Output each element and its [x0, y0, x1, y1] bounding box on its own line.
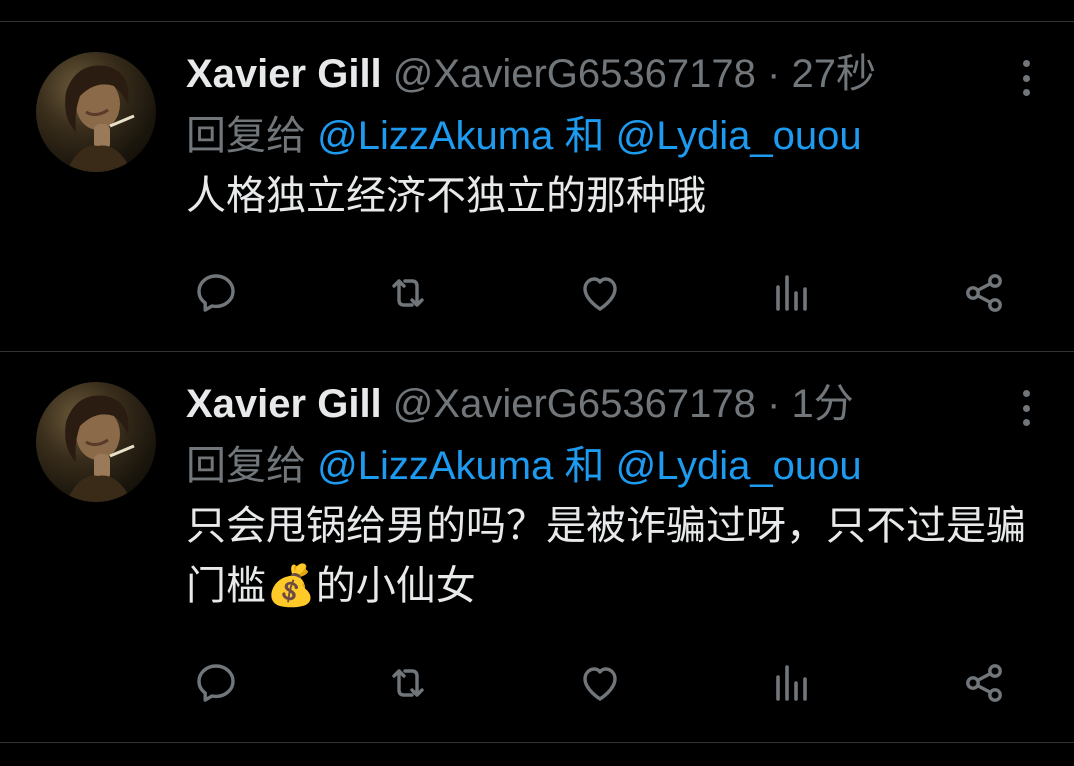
bottom-divider	[0, 742, 1074, 743]
retweet-icon	[392, 279, 424, 307]
share-button[interactable]	[958, 268, 1010, 318]
retweet-button[interactable]	[382, 658, 434, 708]
avatar-image	[65, 395, 135, 502]
timestamp[interactable]: 1分	[791, 382, 853, 426]
reply-context: 回复给 @LizzAkuma 和 @Lydia_ouou	[186, 106, 862, 166]
reply-prefix: 回复给	[186, 444, 306, 488]
tweet-2[interactable]: Xavier Gill @XavierG65367178 · 1分 回复给 @L…	[0, 352, 1074, 742]
share-icon	[966, 274, 1002, 312]
share-icon	[966, 664, 1002, 702]
tweet-header: Xavier Gill @XavierG65367178 · 27秒	[186, 44, 876, 104]
author-name[interactable]: Xavier Gill	[186, 382, 382, 426]
more-dots-icon[interactable]	[1014, 58, 1038, 98]
timestamp[interactable]: 27秒	[791, 52, 876, 96]
tweet-header: Xavier Gill @XavierG65367178 · 1分	[186, 374, 854, 434]
mention-link[interactable]: @LizzAkuma	[317, 114, 553, 158]
like-button[interactable]	[574, 268, 626, 318]
tweet-text: 只会甩锅给男的吗？是被诈骗过呀，只不过是骗门槛💰的小仙女	[186, 504, 1026, 608]
views-button[interactable]	[766, 658, 818, 708]
tweet-content: Xavier Gill @XavierG65367178 · 27秒 回复给 @…	[186, 44, 1054, 274]
avatar[interactable]	[36, 382, 156, 502]
reply-context: 回复给 @LizzAkuma 和 @Lydia_ouou	[186, 436, 862, 496]
avatar[interactable]	[36, 52, 156, 172]
tweet-1[interactable]: Xavier Gill @XavierG65367178 · 27秒 回复给 @…	[0, 22, 1074, 351]
tweet-actions	[188, 268, 1008, 318]
reply-and: 和	[564, 114, 605, 158]
more-dots-icon[interactable]	[1014, 388, 1038, 428]
like-button[interactable]	[574, 658, 626, 708]
author-handle[interactable]: @XavierG65367178	[393, 52, 756, 96]
mention-link[interactable]: @Lydia_ouou	[616, 444, 862, 488]
retweet-icon	[392, 669, 424, 697]
tweet-actions	[188, 658, 1008, 708]
mention-link[interactable]: @Lydia_ouou	[616, 114, 862, 158]
reply-and: 和	[564, 444, 605, 488]
heart-icon	[583, 277, 617, 311]
author-handle[interactable]: @XavierG65367178	[393, 382, 756, 426]
retweet-button[interactable]	[382, 268, 434, 318]
share-button[interactable]	[958, 658, 1010, 708]
avatar-image	[65, 65, 135, 172]
author-name[interactable]: Xavier Gill	[186, 52, 382, 96]
separator-dot: ·	[767, 52, 781, 96]
reply-prefix: 回复给	[186, 114, 306, 158]
views-icon	[776, 275, 807, 311]
reply-icon	[197, 664, 235, 702]
separator-dot: ·	[767, 382, 781, 426]
views-icon	[776, 665, 807, 701]
reply-icon	[197, 274, 235, 312]
reply-button[interactable]	[190, 268, 242, 318]
heart-icon	[583, 667, 617, 701]
tweet-content: Xavier Gill @XavierG65367178 · 1分 回复给 @L…	[186, 374, 1054, 654]
reply-button[interactable]	[190, 658, 242, 708]
views-button[interactable]	[766, 268, 818, 318]
tweet-text: 人格独立经济不独立的那种哦	[186, 174, 706, 218]
mention-link[interactable]: @LizzAkuma	[317, 444, 553, 488]
